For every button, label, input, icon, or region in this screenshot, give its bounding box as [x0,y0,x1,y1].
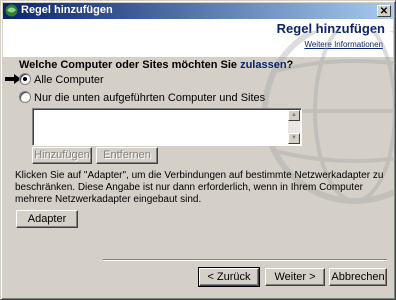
question-suffix: ? [286,59,294,71]
adapter-info-text: Klicken Sie auf "Adapter", um die Verbin… [15,170,384,205]
question-prefix: Welche Computer oder Sites möchten Sie [19,59,241,71]
add-button[interactable]: Hinzufügen [32,147,92,164]
option-all-computers[interactable]: Alle Computer [19,73,104,86]
close-button[interactable]: ✕ [377,5,391,17]
scroll-up-button[interactable]: ▲ [288,110,300,121]
question-accent: zulassen [240,59,287,71]
radio-all-computers[interactable] [19,73,31,85]
dialog-window: Regel hinzufügen ✕ Regel hinzufügen Weit… [0,0,396,300]
firewall-app-icon [5,4,18,17]
window-title: Regel hinzufügen [21,4,113,16]
computer-list[interactable]: ▲ ▼ [32,108,302,146]
question-heading: Welche Computer oder Sites möchten Sie z… [19,59,293,71]
remove-button[interactable]: Entfernen [96,147,158,164]
close-icon: ✕ [379,6,389,17]
scroll-down-icon: ▼ [291,135,297,141]
cancel-button[interactable]: Abbrechen [329,268,387,286]
scroll-up-icon: ▲ [291,112,297,118]
adapter-button[interactable]: Adapter [16,210,78,228]
title-bar[interactable]: Regel hinzufügen ✕ [3,3,393,19]
footer-separator [103,259,387,261]
option-listed-computers-label: Nur die unten aufgeführten Computer und … [34,92,266,104]
option-listed-computers[interactable]: Nur die unten aufgeführten Computer und … [19,91,265,104]
next-button[interactable]: Weiter > [265,268,325,286]
scroll-down-button[interactable]: ▼ [288,133,300,144]
option-all-computers-label: Alle Computer [34,74,104,86]
list-scrollbar[interactable]: ▲ ▼ [288,110,300,144]
back-button[interactable]: < Zurück [198,267,260,287]
radio-listed-computers[interactable] [19,91,31,103]
